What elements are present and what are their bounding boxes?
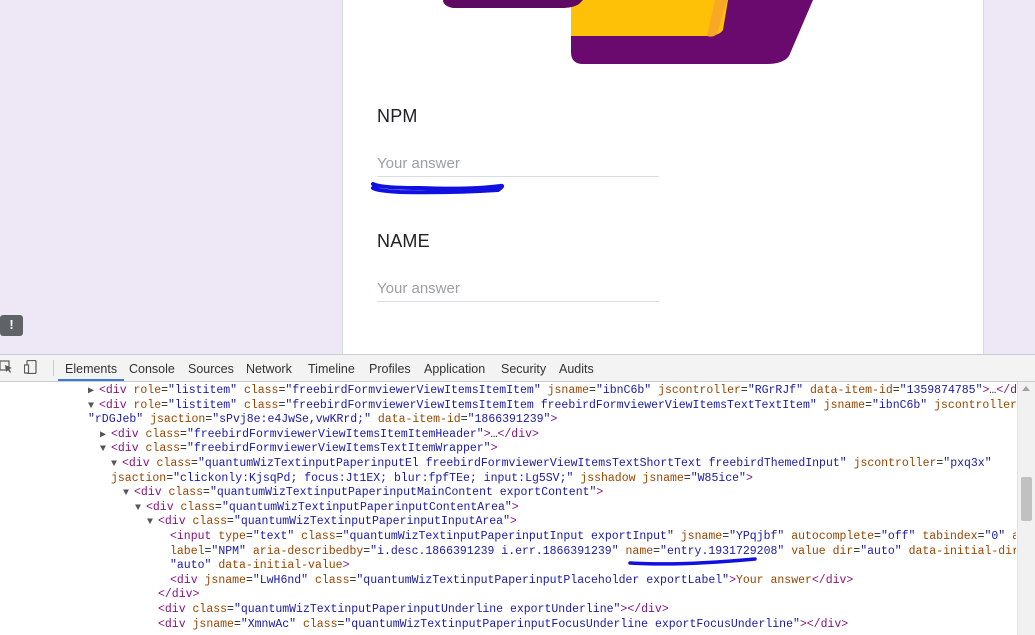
feedback-icon[interactable]: ! <box>0 315 23 336</box>
header-illustration <box>443 0 813 64</box>
tabbar-divider <box>53 360 54 376</box>
tab-sources[interactable]: Sources <box>181 355 241 381</box>
dom-tree-line[interactable]: </div> <box>158 588 199 603</box>
dom-tree-line[interactable]: ▼ <div class="quantumWizTextinputPaperinp… <box>123 486 603 502</box>
dom-tree-line[interactable]: ▶ <div role="listitem" class="freebirdFor… <box>88 384 1016 400</box>
dom-tree-line[interactable]: "auto" data-initial-value> <box>170 559 349 574</box>
question-label-name: NAME <box>377 231 430 251</box>
devtools-tabbar: Elements Console Sources Network Timelin… <box>0 355 1035 382</box>
scroll-thumb[interactable] <box>1021 477 1032 521</box>
dom-tree-line[interactable]: ▼ <div role="listitem" class="freebirdFor… <box>88 399 1016 415</box>
dom-tree-line[interactable]: jsaction="clickonly:KjsqPd; focus:Jt1EX;… <box>111 472 753 487</box>
scroll-up-arrow-icon[interactable] <box>1022 386 1030 391</box>
feedback-glyph: ! <box>9 317 14 332</box>
tab-application[interactable]: Application <box>417 355 492 381</box>
dom-tree-line[interactable]: ▼ <div class="quantumWizTextinputPaperinp… <box>135 501 519 517</box>
tab-elements[interactable]: Elements <box>58 355 125 381</box>
dom-tree-line[interactable]: <div jsname="LwH6nd" class="quantumWizTe… <box>170 574 853 589</box>
expand-triangle-icon: ▼ <box>147 517 154 529</box>
expand-triangle-icon: ▼ <box>111 459 118 470</box>
dom-tree-line[interactable]: "rDGJeb" jsaction="sPvj8e:e4JwSe,vwKRrd;… <box>88 413 557 428</box>
screen: NPM NAME ! Elements Console Sources Netw… <box>0 0 1035 635</box>
dom-tree-line[interactable]: <input type="text" class="quantumWizText… <box>170 530 1016 545</box>
question-label-npm: NPM <box>377 106 418 126</box>
inspect-icon[interactable] <box>0 360 14 374</box>
name-answer-input[interactable] <box>377 275 659 302</box>
npm-answer-input[interactable] <box>377 150 659 177</box>
dom-tree-line[interactable]: <div jsname="XmnwAc" class="quantumWizTe… <box>158 618 848 633</box>
device-toolbar-icon[interactable] <box>24 360 38 374</box>
dom-tree-line[interactable]: label="NPM" aria-describedby="i.desc.186… <box>170 545 1016 560</box>
dom-tree-scrollbar[interactable] <box>1017 382 1035 635</box>
dom-tree-line[interactable]: ▼ <div class="quantumWizTextinputPaperinp… <box>147 515 517 531</box>
expand-triangle-icon: ▼ <box>100 444 107 456</box>
expand-triangle-icon: ▶ <box>88 386 95 397</box>
devtools-panel: Elements Console Sources Network Timelin… <box>0 354 1035 635</box>
tab-timeline[interactable]: Timeline <box>301 355 362 381</box>
tab-audits[interactable]: Audits <box>552 355 601 381</box>
tab-security[interactable]: Security <box>494 355 553 381</box>
dom-tree-line[interactable]: ▼ <div class="freebirdFormviewerViewItems… <box>100 442 498 458</box>
expand-triangle-icon: ▼ <box>88 400 95 412</box>
tab-network[interactable]: Network <box>239 355 299 381</box>
elements-dom-tree[interactable]: ▶ <div role="listitem" class="freebirdFor… <box>0 382 1016 635</box>
expand-triangle-icon: ▶ <box>100 429 107 441</box>
dom-tree-line[interactable]: ▶ <div class="freebirdFormviewerViewItems… <box>100 428 539 444</box>
expand-triangle-icon: ▼ <box>135 502 142 514</box>
dom-tree-line[interactable]: ▼ <div class="quantumWizTextinputPaperinp… <box>111 457 992 473</box>
tab-console[interactable]: Console <box>122 355 182 381</box>
form-card: NPM NAME <box>342 0 984 354</box>
expand-triangle-icon: ▼ <box>123 488 130 500</box>
dom-tree-line[interactable]: <div class="quantumWizTextinputPaperinpu… <box>158 603 669 618</box>
tab-profiles[interactable]: Profiles <box>362 355 418 381</box>
